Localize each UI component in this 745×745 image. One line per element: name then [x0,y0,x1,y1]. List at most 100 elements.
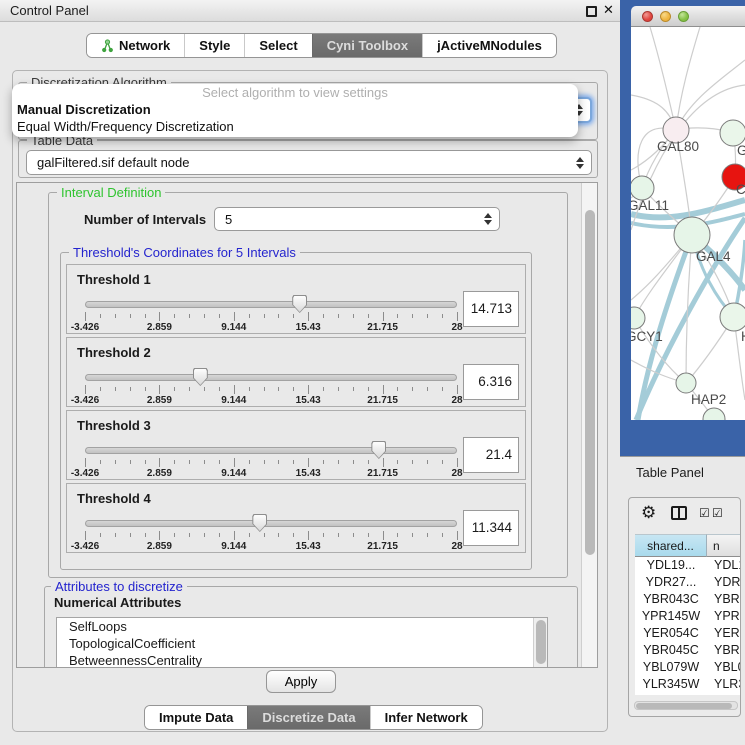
threshold-panel-3: Threshold 3-3.4262.8599.14415.4321.71528… [66,410,526,480]
number-of-intervals-value: 5 [215,212,483,227]
bottom-tab-impute-data[interactable]: Impute Data [145,706,247,729]
table-row[interactable]: YDR27...YDR2 [635,574,741,591]
network-canvas[interactable]: GAL80GCGAL11GAL4GCY1HHAP2 [631,27,745,420]
tab-select[interactable]: Select [244,34,311,57]
cell-name: YPR1 [707,608,741,625]
table-horizontal-scrollbar[interactable] [634,701,738,710]
slider-thumb[interactable] [252,514,267,532]
slider-thumb[interactable] [193,368,208,386]
threshold-value-field[interactable]: 14.713 [463,291,519,327]
column-header-name[interactable]: n [707,534,741,557]
algorithm-placeholder-option[interactable]: Select algorithm to view settings [12,84,578,101]
threshold-slider[interactable]: -3.4262.8599.14415.4321.71528 [85,338,457,408]
node-label: GAL11 [631,198,669,213]
table-data-value: galFiltered.sif default node [27,155,575,170]
table-row[interactable]: YBL079WYBL0 [635,659,741,676]
slider-thumb[interactable] [371,441,386,459]
cell-name: YDR2 [707,574,741,591]
tab-label: Infer Network [385,710,468,725]
combo-stepper-icon[interactable] [575,157,584,169]
cell-shared-name: YDL19... [635,557,707,574]
network-node-h[interactable] [720,303,745,331]
attribute-list-item[interactable]: BetweennessCentrality [57,652,547,668]
table-row[interactable]: YBR043CYBR0 [635,591,741,608]
cell-shared-name: YBL079W [635,659,707,676]
threshold-slider[interactable]: -3.4262.8599.14415.4321.71528 [85,265,457,335]
table-row[interactable]: YLR345WYLR3 [635,676,741,693]
network-window-titlebar[interactable] [631,6,745,27]
gear-icon[interactable]: ⚙ [641,503,656,523]
combo-stepper-icon[interactable] [483,213,492,225]
slider-track[interactable] [85,520,457,527]
minimize-traffic-light-icon[interactable] [660,11,671,22]
tab-label: Cyni Toolbox [327,38,408,53]
tab-network[interactable]: Network [87,34,184,57]
table-row[interactable]: YER054CYER0 [635,625,741,642]
node-label: G [737,143,745,158]
table-row[interactable]: YDL19...YDL1 [635,557,741,574]
table-panel-box: ⚙ ☑ ☑ shared... n YDL19...YDL1YDR27...YD… [628,497,741,717]
network-node-gal11[interactable] [631,176,654,200]
number-of-intervals-combobox[interactable]: 5 [214,207,500,231]
bottom-tab-infer-network[interactable]: Infer Network [370,706,482,729]
table-data-combobox[interactable]: galFiltered.sif default node [26,150,592,175]
node-label: H [741,329,745,344]
slider-track[interactable] [85,374,457,381]
table-row[interactable]: YPR145WYPR1 [635,608,741,625]
bottom-tab-discretize-data[interactable]: Discretize Data [247,706,369,729]
slider-ticks [85,531,457,541]
slider-ticks [85,385,457,395]
settings-vertical-scrollbar[interactable] [581,183,598,668]
attributes-list-scrollbar[interactable] [533,618,547,668]
attribute-list-item[interactable]: TopologicalCoefficient [57,635,547,652]
tab-label: Style [199,38,230,53]
interval-definition-title: Interval Definition [57,185,165,200]
cell-name: YER0 [707,625,741,642]
threshold-slider[interactable]: -3.4262.8599.14415.4321.71528 [85,484,457,554]
application-window: Control Panel ✕ Network Style Select Cyni T… [0,0,745,745]
threshold-panel-4: Threshold 4-3.4262.8599.14415.4321.71528… [66,483,526,553]
threshold-panel-1: Threshold 1-3.4262.8599.14415.4321.71528… [66,264,526,334]
table-row[interactable]: YBR045CYBR0 [635,642,741,659]
tab-label: Discretize Data [262,710,355,725]
threshold-panel-2: Threshold 2-3.4262.8599.14415.4321.71528… [66,337,526,407]
network-node-gal4[interactable] [674,217,710,253]
control-panel-title: Control Panel [10,3,89,18]
slider-track[interactable] [85,447,457,454]
float-window-icon[interactable] [586,6,597,17]
checkbox-icon[interactable]: ☑ [699,506,710,520]
tab-cyni-toolbox[interactable]: Cyni Toolbox [312,34,422,57]
numerical-attributes-list[interactable]: SelfLoopsTopologicalCoefficientBetweenne… [56,617,548,668]
table-panel-title: Table Panel [636,465,704,480]
tab-label: Select [259,38,297,53]
algorithm-option[interactable]: Manual Discretization [12,101,578,118]
attribute-list-item[interactable]: SelfLoops [57,618,547,635]
cell-shared-name: YBR043C [635,591,707,608]
threshold-value-field[interactable]: 6.316 [463,364,519,400]
attributes-list-scrollbar-thumb[interactable] [536,620,546,664]
columns-icon[interactable] [671,506,687,520]
checkbox-icon[interactable]: ☑ [712,506,723,520]
network-node[interactable] [703,408,725,420]
settings-scrollbar-thumb[interactable] [585,210,595,555]
thresholds-group-title: Threshold's Coordinates for 5 Intervals [69,245,300,260]
zoom-traffic-light-icon[interactable] [678,11,689,22]
algorithm-option[interactable]: Equal Width/Frequency Discretization [12,118,578,135]
network-icon [101,39,114,53]
close-icon[interactable]: ✕ [603,2,614,18]
slider-thumb[interactable] [292,295,307,313]
threshold-slider[interactable]: -3.4262.8599.14415.4321.71528 [85,411,457,481]
apply-button[interactable]: Apply [266,670,336,693]
network-node-gcy1[interactable] [631,307,645,329]
tab-style[interactable]: Style [184,34,244,57]
network-node-hap2[interactable] [676,373,696,393]
slider-track[interactable] [85,301,457,308]
close-traffic-light-icon[interactable] [642,11,653,22]
tab-jactivemnodules[interactable]: jActiveMNodules [422,34,556,57]
threshold-value-field[interactable]: 11.344 [463,510,519,546]
threshold-value-field[interactable]: 21.4 [463,437,519,473]
table-row[interactable]: YIL052CYIL0 [635,693,741,695]
column-header-shared-name[interactable]: shared... [635,534,707,557]
table-hscrollbar-thumb[interactable] [636,703,732,709]
cell-name: YBR0 [707,642,741,659]
